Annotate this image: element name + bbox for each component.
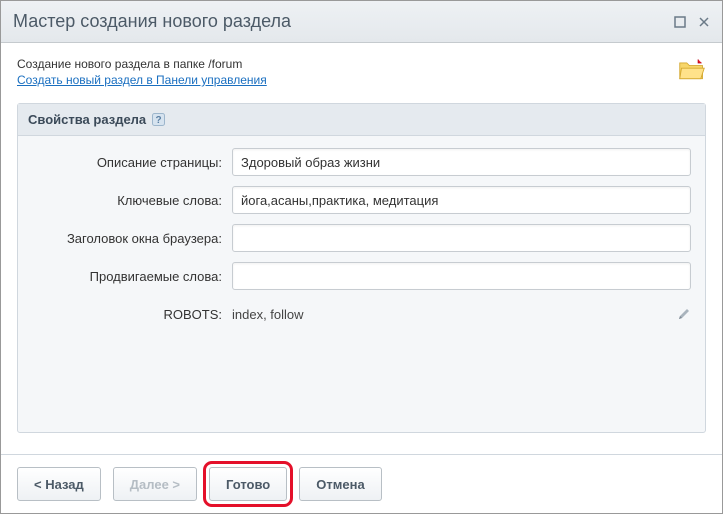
intro-text: Создание нового раздела в папке /forum С… xyxy=(17,57,678,87)
robots-value: index, follow xyxy=(232,307,677,322)
row-promoted: Продвигаемые слова: xyxy=(32,262,691,290)
intro-path-text: Создание нового раздела в папке /forum xyxy=(17,57,678,71)
input-description[interactable] xyxy=(232,148,691,176)
input-promoted[interactable] xyxy=(232,262,691,290)
input-browser-title[interactable] xyxy=(232,224,691,252)
dialog-title: Мастер создания нового раздела xyxy=(13,11,674,32)
folder-icon xyxy=(678,57,706,81)
panel-title: Свойства раздела xyxy=(28,112,146,127)
label-description: Описание страницы: xyxy=(32,155,232,170)
form-body: Описание страницы: Ключевые слова: Загол… xyxy=(18,136,705,356)
row-robots: ROBOTS: index, follow xyxy=(32,300,691,328)
label-promoted: Продвигаемые слова: xyxy=(32,269,232,284)
svg-text:?: ? xyxy=(156,115,162,126)
panel-header: Свойства раздела ? xyxy=(18,104,705,136)
pencil-icon[interactable] xyxy=(677,307,691,321)
row-keywords: Ключевые слова: xyxy=(32,186,691,214)
back-button[interactable]: < Назад xyxy=(17,467,101,501)
label-browser-title: Заголовок окна браузера: xyxy=(32,231,232,246)
row-description: Описание страницы: xyxy=(32,148,691,176)
intro-cp-link[interactable]: Создать новый раздел в Панели управления xyxy=(17,73,267,87)
help-icon[interactable]: ? xyxy=(152,113,165,126)
label-keywords: Ключевые слова: xyxy=(32,193,232,208)
label-robots: ROBOTS: xyxy=(32,307,232,322)
row-browser-title: Заголовок окна браузера: xyxy=(32,224,691,252)
titlebar: Мастер создания нового раздела xyxy=(1,1,722,43)
input-keywords[interactable] xyxy=(232,186,691,214)
intro-block: Создание нового раздела в папке /forum С… xyxy=(17,57,706,87)
titlebar-controls xyxy=(674,16,710,28)
maximize-icon[interactable] xyxy=(674,16,686,28)
cancel-button[interactable]: Отмена xyxy=(299,467,381,501)
section-properties-panel: Свойства раздела ? Описание страницы: xyxy=(17,103,706,433)
close-icon[interactable] xyxy=(698,16,710,28)
dialog-footer: < Назад Далее > Готово Отмена xyxy=(1,454,722,513)
finish-button[interactable]: Готово xyxy=(209,467,287,501)
wizard-dialog: Мастер создания нового раздела Создание … xyxy=(0,0,723,514)
dialog-content: Создание нового раздела в папке /forum С… xyxy=(1,43,722,454)
next-button: Далее > xyxy=(113,467,197,501)
